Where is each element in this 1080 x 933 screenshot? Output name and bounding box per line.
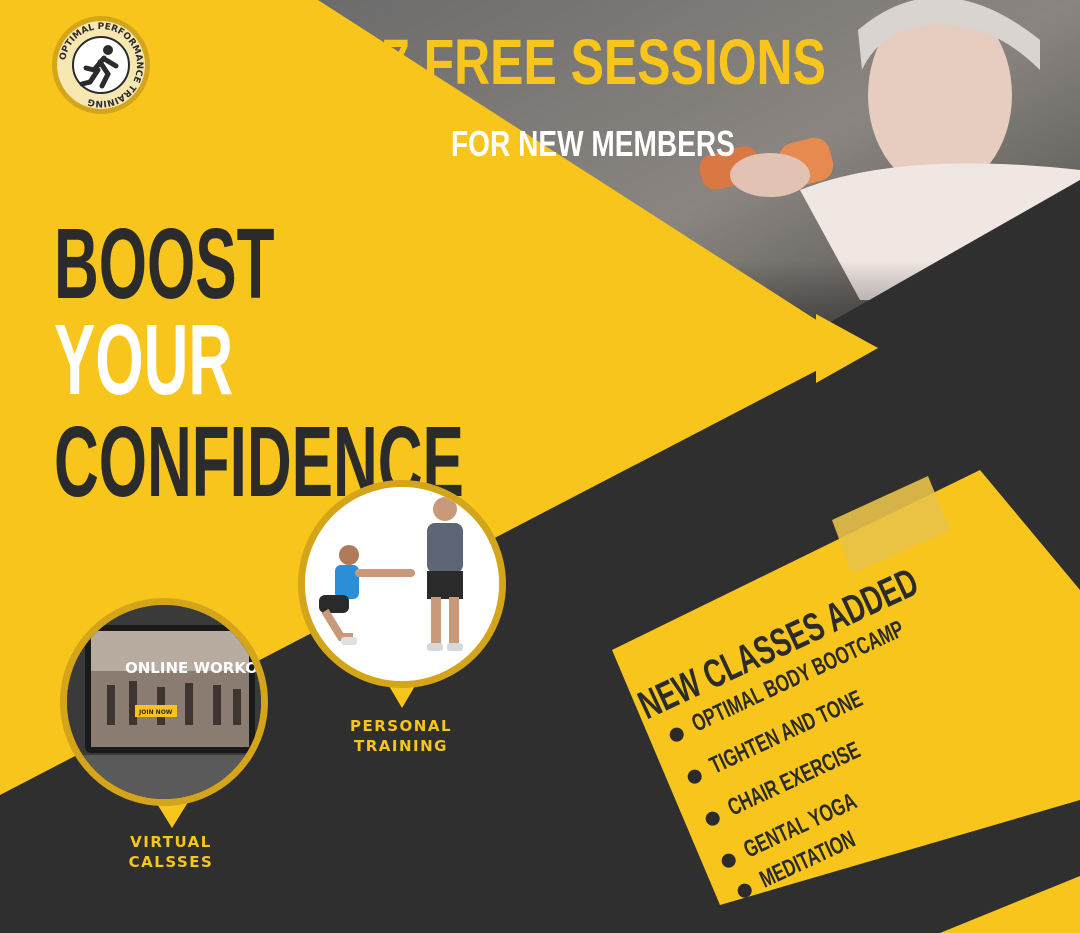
trainer-and-client-illustration: [305, 487, 499, 681]
screen-title: ONLINE WORKOUTS: [125, 659, 261, 677]
personal-training-photo: [298, 480, 506, 688]
virtual-classes-caption: VIRTUAL CALSSES: [96, 832, 246, 872]
personal-caption-line-1: PERSONAL: [349, 717, 453, 735]
offer-subtitle: FOR NEW MEMBERS: [451, 123, 735, 164]
offer-title: 7 FREE SESSIONS: [382, 26, 826, 98]
headline-line-1: BOOST: [54, 208, 275, 320]
personal-caption-line-2: TRAINING: [354, 737, 448, 755]
virtual-caption-line-1: VIRTUAL: [130, 833, 212, 851]
laptop-illustration: ONLINE WORKOUTS JOIN NOW: [67, 605, 261, 799]
virtual-classes-photo: ONLINE WORKOUTS JOIN NOW: [60, 598, 268, 806]
personal-training-caption: PERSONAL TRAINING: [326, 716, 476, 756]
virtual-caption-line-2: CALSSES: [128, 853, 214, 871]
brand-logo: OPTIMAL PERFORMANCE TRAINING: [50, 14, 152, 116]
join-now-label: JOIN NOW: [138, 709, 173, 716]
headline-line-2: YOUR: [54, 304, 234, 416]
runner-icon: OPTIMAL PERFORMANCE TRAINING: [52, 16, 150, 114]
flyer-canvas: OPTIMAL PERFORMANCE TRAINING 7 FREE SESS…: [0, 0, 1080, 933]
